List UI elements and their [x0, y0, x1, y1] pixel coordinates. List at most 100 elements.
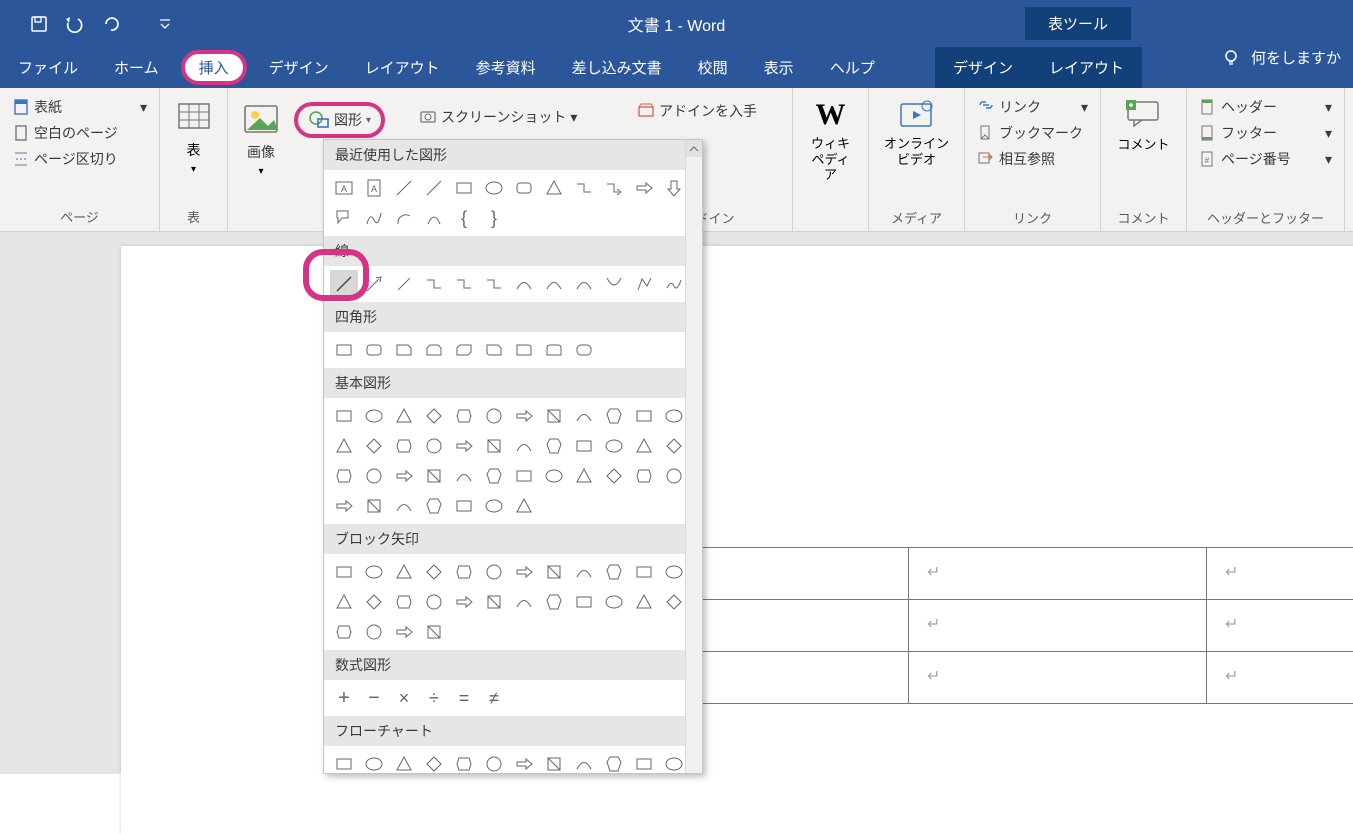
- table-cell[interactable]: ↵: [1206, 599, 1353, 652]
- shape-round2[interactable]: [540, 336, 568, 364]
- shape-snip1[interactable]: [390, 336, 418, 364]
- shape-blockarrow-5[interactable]: [480, 558, 508, 586]
- tell-me-area[interactable]: 何をしますか: [1221, 47, 1341, 68]
- shape-callout[interactable]: [330, 204, 358, 232]
- shape-blockarrow-10[interactable]: [630, 558, 658, 586]
- shape-basic-14[interactable]: [390, 432, 418, 460]
- shape-notequal[interactable]: ≠: [480, 684, 508, 712]
- shape-basic-12[interactable]: [330, 432, 358, 460]
- shape-basic-39[interactable]: [420, 492, 448, 520]
- shape-connector[interactable]: [570, 174, 598, 202]
- shape-flowchart-8[interactable]: [570, 750, 598, 774]
- shape-basic-36[interactable]: [330, 492, 358, 520]
- shape-blockarrow-19[interactable]: [540, 588, 568, 616]
- tab-insert[interactable]: 挿入: [181, 50, 247, 85]
- shape-flowchart-3[interactable]: [420, 750, 448, 774]
- shape-flowchart-10[interactable]: [630, 750, 658, 774]
- shape-freeform-curve[interactable]: [600, 270, 628, 298]
- shape-blockarrow-14[interactable]: [390, 588, 418, 616]
- shape-basic-20[interactable]: [570, 432, 598, 460]
- shape-arrow-down[interactable]: [660, 174, 688, 202]
- tab-file[interactable]: ファイル: [0, 47, 96, 88]
- shapes-button[interactable]: 図形 ▾: [294, 102, 385, 138]
- shape-basic-13[interactable]: [360, 432, 388, 460]
- shape-line-straight[interactable]: [330, 270, 358, 298]
- shape-basic-25[interactable]: [360, 462, 388, 490]
- shape-basic-3[interactable]: [420, 402, 448, 430]
- shape-basic-11[interactable]: [660, 402, 688, 430]
- shape-blockarrow-24[interactable]: [330, 618, 358, 646]
- shape-basic-10[interactable]: [630, 402, 658, 430]
- shape-line-arrow[interactable]: [360, 270, 388, 298]
- shape-blockarrow-23[interactable]: [660, 588, 688, 616]
- shape-snip-diag[interactable]: [450, 336, 478, 364]
- shape-blockarrow-16[interactable]: [450, 588, 478, 616]
- shape-basic-15[interactable]: [420, 432, 448, 460]
- tab-context-design[interactable]: デザイン: [935, 47, 1031, 88]
- undo-icon[interactable]: [64, 13, 86, 35]
- shape-basic-31[interactable]: [540, 462, 568, 490]
- tab-home[interactable]: ホーム: [96, 47, 177, 88]
- shape-connector-arrow[interactable]: [600, 174, 628, 202]
- scrollbar[interactable]: [685, 140, 702, 773]
- shape-curve[interactable]: [510, 270, 538, 298]
- shape-blockarrow-17[interactable]: [480, 588, 508, 616]
- shape-blockarrow-12[interactable]: [330, 588, 358, 616]
- wikipedia-button[interactable]: W ウィキペディア: [799, 94, 862, 187]
- shape-textbox-vertical[interactable]: A: [360, 174, 388, 202]
- shape-blockarrow-4[interactable]: [450, 558, 478, 586]
- shape-flowchart-1[interactable]: [360, 750, 388, 774]
- shape-flowchart-9[interactable]: [600, 750, 628, 774]
- tab-review[interactable]: 校閲: [680, 47, 746, 88]
- shape-triangle[interactable]: [540, 174, 568, 202]
- link-button[interactable]: リンク ▾: [971, 94, 1094, 120]
- get-addins-button[interactable]: アドインを入手: [631, 98, 786, 124]
- shape-flowchart-5[interactable]: [480, 750, 508, 774]
- shape-basic-37[interactable]: [360, 492, 388, 520]
- shape-textbox[interactable]: A: [330, 174, 358, 202]
- shape-basic-4[interactable]: [450, 402, 478, 430]
- tab-references[interactable]: 参考資料: [458, 47, 554, 88]
- save-icon[interactable]: [28, 13, 50, 35]
- shape-blockarrow-0[interactable]: [330, 558, 358, 586]
- shape-basic-24[interactable]: [330, 462, 358, 490]
- bookmark-button[interactable]: ブックマーク: [971, 120, 1094, 146]
- shape-basic-22[interactable]: [630, 432, 658, 460]
- shape-blockarrow-2[interactable]: [390, 558, 418, 586]
- shape-roundrect[interactable]: [360, 336, 388, 364]
- shape-basic-8[interactable]: [570, 402, 598, 430]
- footer-button[interactable]: フッター ▾: [1193, 120, 1338, 146]
- table-button[interactable]: 表 ▾: [167, 94, 221, 179]
- shape-blockarrow-15[interactable]: [420, 588, 448, 616]
- shape-arc2[interactable]: [420, 204, 448, 232]
- table-cell[interactable]: ↵: [1206, 547, 1353, 600]
- online-video-button[interactable]: オンライン ビデオ: [876, 94, 957, 171]
- shape-equal[interactable]: =: [450, 684, 478, 712]
- shape-basic-26[interactable]: [390, 462, 418, 490]
- shape-blockarrow-9[interactable]: [600, 558, 628, 586]
- blank-page-button[interactable]: 空白のページ: [6, 120, 153, 146]
- shape-curve-arrow[interactable]: [540, 270, 568, 298]
- shape-brace-right[interactable]: }: [480, 204, 508, 232]
- tab-help[interactable]: ヘルプ: [812, 47, 893, 88]
- shape-basic-33[interactable]: [600, 462, 628, 490]
- shape-flowchart-4[interactable]: [450, 750, 478, 774]
- comment-button[interactable]: コメント: [1109, 94, 1177, 157]
- shape-basic-0[interactable]: [330, 402, 358, 430]
- table-cell[interactable]: ↵: [1206, 651, 1353, 704]
- document-page[interactable]: ↵ ↵ ↵ ↵ ↵ ↵ ↵ ↵ ↵: [121, 246, 1353, 834]
- document-table[interactable]: ↵ ↵ ↵ ↵ ↵ ↵ ↵ ↵ ↵: [611, 548, 1353, 704]
- shape-basic-5[interactable]: [480, 402, 508, 430]
- tab-mailmerge[interactable]: 差し込み文書: [554, 47, 680, 88]
- shape-basic-27[interactable]: [420, 462, 448, 490]
- shape-elbow-arrow[interactable]: [450, 270, 478, 298]
- shape-basic-38[interactable]: [390, 492, 418, 520]
- shape-blockarrow-3[interactable]: [420, 558, 448, 586]
- shape-blockarrow-20[interactable]: [570, 588, 598, 616]
- shape-elbow-double[interactable]: [480, 270, 508, 298]
- shape-basic-41[interactable]: [480, 492, 508, 520]
- shape-blockarrow-25[interactable]: [360, 618, 388, 646]
- shape-basic-9[interactable]: [600, 402, 628, 430]
- crossref-button[interactable]: 相互参照: [971, 146, 1094, 172]
- header-button[interactable]: ヘッダー ▾: [1193, 94, 1338, 120]
